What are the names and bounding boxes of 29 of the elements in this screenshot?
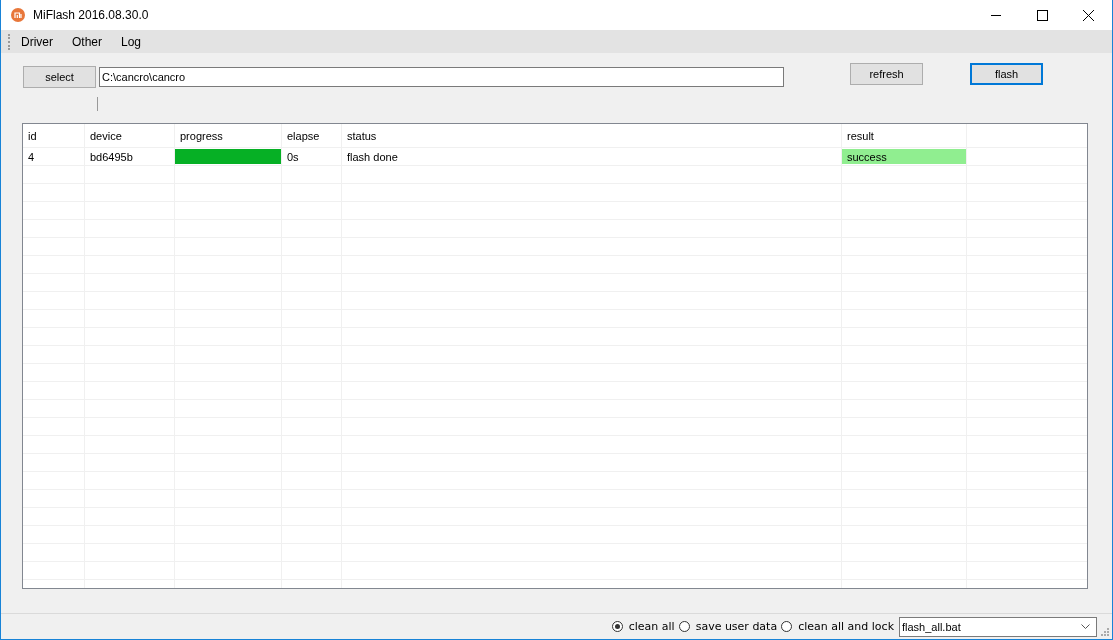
menu-item[interactable]: Log: [121, 34, 142, 49]
chevron-down-icon[interactable]: [1081, 623, 1090, 630]
radio-label[interactable]: save user data: [695, 620, 778, 633]
column-header[interactable]: progress: [175, 124, 282, 147]
radio-label[interactable]: clean all and lock: [798, 620, 894, 633]
column-header[interactable]: device: [85, 124, 175, 147]
flash-button[interactable]: flash: [970, 63, 1043, 85]
column-header[interactable]: elapse: [282, 124, 342, 147]
menu-item[interactable]: Other: [72, 34, 102, 49]
script-dropdown[interactable]: flash_all.bat: [899, 616, 1097, 637]
radio-button[interactable]: [781, 621, 793, 632]
window-title: MiFlash 2016.08.30.0: [33, 8, 149, 22]
app-logo-icon: [11, 8, 25, 22]
radio-button[interactable]: [611, 621, 623, 632]
maximize-icon[interactable]: [1037, 9, 1048, 21]
select-button[interactable]: select: [23, 66, 96, 88]
path-field[interactable]: C:\cancro\cancro: [99, 67, 784, 87]
refresh-button[interactable]: refresh: [850, 63, 923, 85]
resize-grip-icon: [1101, 628, 1109, 636]
radio-label[interactable]: clean all: [628, 620, 675, 633]
column-header[interactable]: result: [842, 124, 967, 147]
column-header[interactable]: status: [342, 124, 842, 147]
radio-button[interactable]: [678, 621, 690, 632]
close-icon[interactable]: [1083, 9, 1094, 21]
table-cell: 4: [23, 148, 85, 165]
column-header[interactable]: id: [23, 124, 85, 147]
menu-item[interactable]: Driver: [21, 34, 53, 49]
result-cell: success: [842, 149, 966, 164]
table-cell: 0s: [282, 148, 342, 165]
